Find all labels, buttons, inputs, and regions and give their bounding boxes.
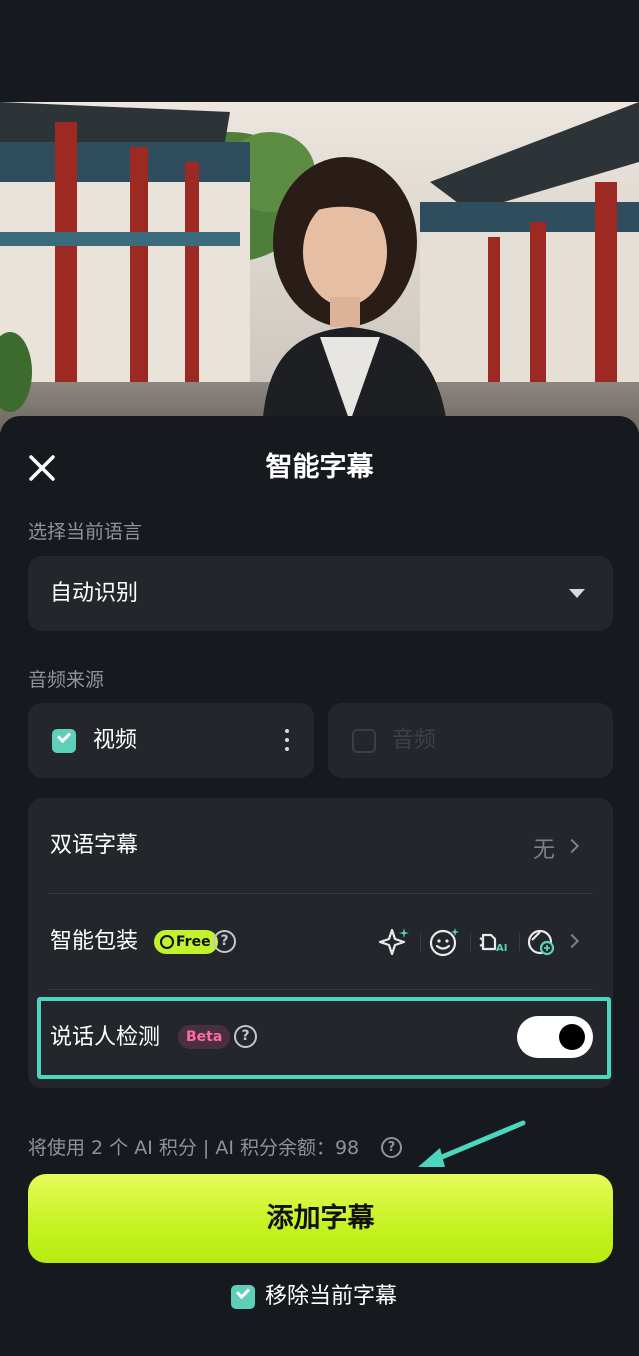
remove-current-subtitle-label: 移除当前字幕 [265, 1284, 398, 1309]
more-vertical-icon[interactable] [284, 729, 290, 756]
language-select[interactable]: 自动识别 [28, 556, 613, 631]
audio-source-section-label: 音频来源 [28, 669, 105, 691]
source-option-label: 视频 [93, 728, 138, 753]
source-option-audio: 音频 [328, 703, 613, 778]
language-selected-value: 自动识别 [50, 581, 139, 606]
sticker-icon [429, 928, 459, 957]
checkbox-icon[interactable] [52, 728, 76, 753]
status-area [0, 0, 639, 102]
add-subtitle-button[interactable]: 添加字幕 [28, 1174, 613, 1263]
language-section-label: 选择当前语言 [28, 521, 143, 543]
ai-camera-icon: AI [479, 933, 507, 954]
bilingual-value: 无 [533, 838, 556, 863]
help-icon[interactable]: ? [213, 930, 236, 953]
arrow-annotation-icon [418, 1120, 526, 1167]
source-option-label: 音频 [392, 728, 437, 753]
sheet-title: 智能字幕 [265, 452, 374, 483]
caret-down-icon [569, 589, 585, 598]
svg-text:AI: AI [496, 943, 507, 954]
template-icon [527, 929, 555, 956]
smart-pack-label: 智能包装 [50, 929, 139, 954]
help-icon[interactable]: ? [381, 1137, 402, 1158]
preview-image [0, 102, 639, 432]
bilingual-row[interactable]: 双语字幕 无 [28, 798, 613, 893]
chevron-right-icon [564, 933, 580, 949]
sparkle-icon [378, 928, 409, 956]
video-preview [0, 102, 639, 432]
credit-info: 将使用 2 个 AI 积分 | AI 积分余额：98 [28, 1137, 360, 1159]
free-badge: Free [154, 930, 218, 954]
checkbox-icon [352, 729, 376, 753]
checkbox-icon[interactable] [231, 1284, 255, 1309]
highlight-box [37, 997, 611, 1079]
chevron-right-icon [564, 838, 580, 854]
source-option-video[interactable]: 视频 [28, 703, 314, 778]
smart-pack-row[interactable]: 智能包装 Free ? AI [28, 894, 613, 989]
bilingual-label: 双语字幕 [50, 833, 139, 858]
